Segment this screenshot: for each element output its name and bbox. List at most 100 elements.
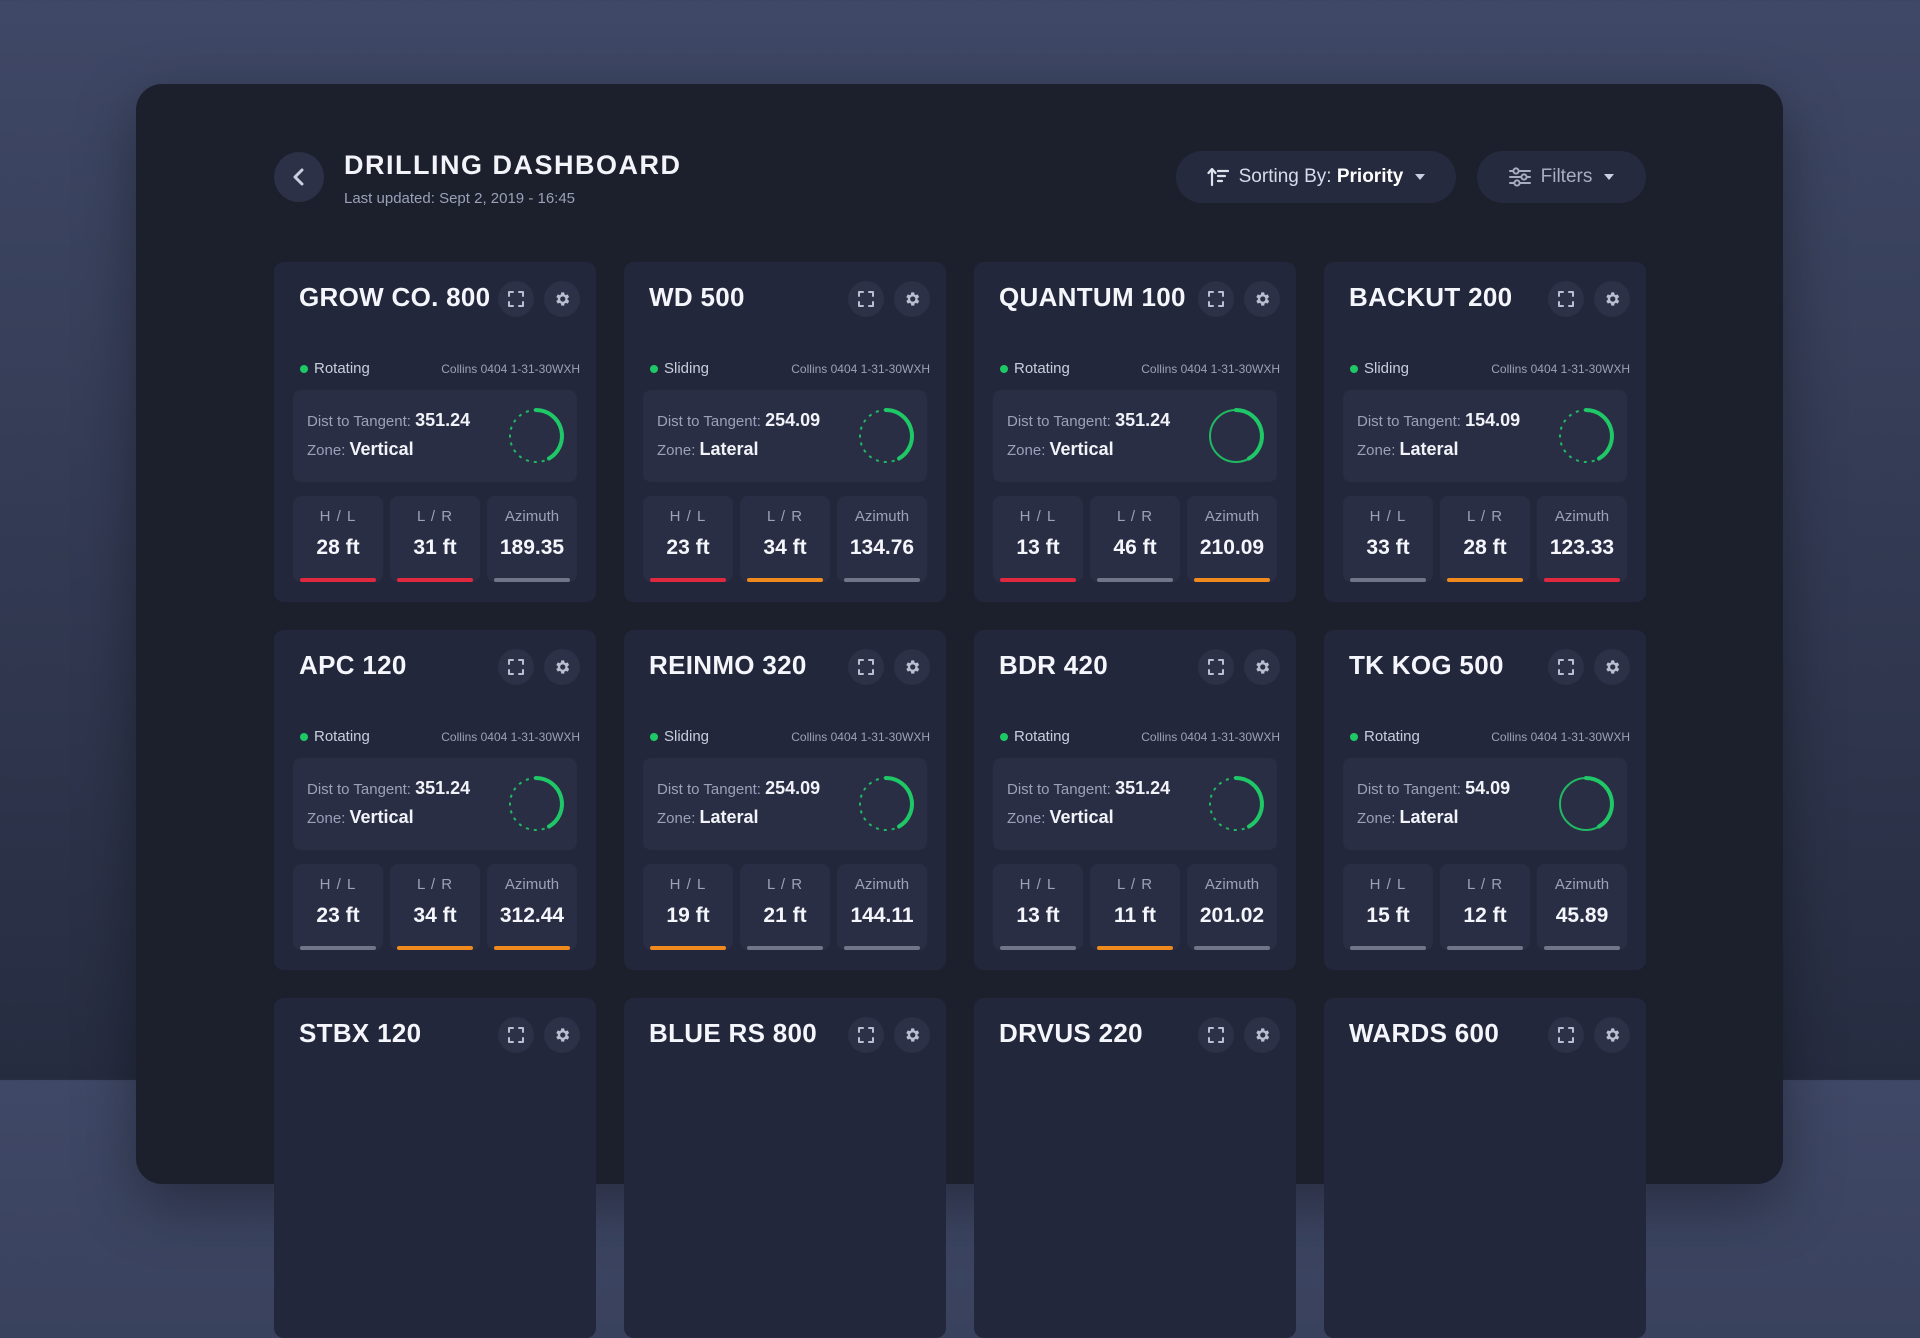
dist-to-tangent: Dist to Tangent: 351.24: [307, 410, 471, 430]
tangent-info: Dist to Tangent: 254.09 Zone: Lateral: [643, 390, 927, 482]
lr-status-bar: [397, 578, 473, 582]
hl-metric: H / L 28 ft: [293, 496, 383, 582]
rig-card[interactable]: DRVUS 220: [974, 998, 1296, 1338]
dist-value: 351.24: [1115, 410, 1171, 430]
azimuth-label: Azimuth: [854, 508, 910, 525]
settings-button[interactable]: [1594, 649, 1630, 685]
dist-value: 254.09: [765, 778, 821, 798]
expand-button[interactable]: [498, 649, 534, 685]
gear-icon: [906, 660, 920, 674]
rig-card[interactable]: WARDS 600: [1324, 998, 1646, 1338]
filters-button[interactable]: Filters: [1477, 151, 1646, 203]
rig-name: BACKUT 200: [1349, 282, 1513, 312]
lr-status-bar: [747, 946, 823, 950]
dist-to-tangent: Dist to Tangent: 351.24: [307, 778, 471, 798]
sliders-icon: [1508, 167, 1531, 187]
settings-button[interactable]: [544, 281, 580, 317]
gear-icon: [1606, 292, 1620, 306]
azimuth-label: Azimuth: [1554, 876, 1610, 893]
rig-card[interactable]: WD 500 Sliding Collins 0404 1-31-30WXH D…: [624, 262, 946, 602]
dist-to-tangent: Dist to Tangent: 54.09: [1357, 778, 1511, 798]
settings-button[interactable]: [1244, 281, 1280, 317]
lr-label: L / R: [1466, 876, 1504, 893]
rig-card[interactable]: REINMO 320 Sliding Collins 0404 1-31-30W…: [624, 630, 946, 970]
gear-icon: [1256, 292, 1270, 306]
dist-to-tangent: Dist to Tangent: 351.24: [1007, 778, 1171, 798]
rig-card[interactable]: BDR 420 Rotating Collins 0404 1-31-30WXH…: [974, 630, 1296, 970]
expand-button[interactable]: [498, 1017, 534, 1053]
hl-metric: H / L 23 ft: [293, 864, 383, 950]
rig-card[interactable]: APC 120 Rotating Collins 0404 1-31-30WXH…: [274, 630, 596, 970]
lr-status-bar: [1097, 578, 1173, 582]
expand-icon: [1558, 1027, 1574, 1043]
lr-metric: L / R 34 ft: [390, 864, 480, 950]
chevron-left-icon: [293, 168, 304, 186]
hl-label: H / L: [669, 508, 707, 525]
status-dot-icon: [1000, 733, 1008, 741]
azimuth-status-bar: [494, 946, 570, 950]
progress-ring-icon: [859, 408, 914, 463]
hl-value: 23 ft: [666, 536, 710, 559]
settings-button[interactable]: [894, 281, 930, 317]
sort-icon: [1207, 167, 1229, 187]
expand-icon: [508, 659, 524, 675]
lr-value: 11 ft: [1113, 904, 1157, 927]
lr-value: 34 ft: [413, 904, 457, 927]
settings-button[interactable]: [894, 1017, 930, 1053]
expand-button[interactable]: [1548, 649, 1584, 685]
zone-value: Lateral: [699, 807, 759, 827]
expand-button[interactable]: [848, 649, 884, 685]
lr-value: 28 ft: [1463, 536, 1507, 559]
rig-card[interactable]: TK KOG 500 Rotating Collins 0404 1-31-30…: [1324, 630, 1646, 970]
lr-metric: L / R 12 ft: [1440, 864, 1530, 950]
expand-button[interactable]: [1198, 1017, 1234, 1053]
settings-button[interactable]: [1594, 1017, 1630, 1053]
rig-card[interactable]: BACKUT 200 Sliding Collins 0404 1-31-30W…: [1324, 262, 1646, 602]
azimuth-metric: Azimuth 45.89: [1537, 864, 1627, 950]
expand-button[interactable]: [848, 1017, 884, 1053]
dist-value: 351.24: [1115, 778, 1171, 798]
hl-value: 13 ft: [1016, 536, 1060, 559]
settings-button[interactable]: [894, 649, 930, 685]
azimuth-value: 189.35: [499, 536, 565, 559]
settings-button[interactable]: [1594, 281, 1630, 317]
settings-button[interactable]: [1244, 649, 1280, 685]
rig-card[interactable]: GROW CO. 800 Rotating Collins 0404 1-31-…: [274, 262, 596, 602]
expand-button[interactable]: [848, 281, 884, 317]
expand-button[interactable]: [1548, 1017, 1584, 1053]
hl-label: H / L: [1019, 876, 1057, 893]
dist-to-tangent: Dist to Tangent: 254.09: [657, 778, 821, 798]
azimuth-status-bar: [844, 946, 920, 950]
rig-card[interactable]: BLUE RS 800: [624, 998, 946, 1338]
expand-button[interactable]: [1548, 281, 1584, 317]
metrics-row: H / L 13 ft L / R 46 ft Azimuth 210.09: [993, 496, 1277, 582]
settings-button[interactable]: [1244, 1017, 1280, 1053]
rig-card[interactable]: STBX 120: [274, 998, 596, 1338]
metrics-row: H / L 23 ft L / R 34 ft Azimuth 134.76: [643, 496, 927, 582]
gear-icon: [906, 292, 920, 306]
sort-label: Sorting By: Priority: [1238, 166, 1404, 187]
zone-value: Vertical: [1049, 439, 1114, 459]
sort-button[interactable]: Sorting By: Priority: [1176, 151, 1456, 203]
settings-button[interactable]: [544, 1017, 580, 1053]
hl-value: 33 ft: [1366, 536, 1410, 559]
hl-status-bar: [300, 946, 376, 950]
zone: Zone: Lateral: [1357, 807, 1459, 827]
expand-button[interactable]: [1198, 281, 1234, 317]
progress-ring-icon: [859, 776, 914, 831]
status-row: Sliding Collins 0404 1-31-30WXH: [1350, 360, 1630, 378]
expand-button[interactable]: [1198, 649, 1234, 685]
settings-button[interactable]: [544, 649, 580, 685]
expand-button[interactable]: [498, 281, 534, 317]
gear-icon: [1606, 660, 1620, 674]
dashboard-header: DRILLING DASHBOARD Last updated: Sept 2,…: [274, 150, 1646, 210]
status-dot-icon: [1000, 365, 1008, 373]
back-button[interactable]: [274, 152, 324, 202]
dist-to-tangent: Dist to Tangent: 351.24: [1007, 410, 1171, 430]
page-title: DRILLING DASHBOARD: [344, 150, 682, 180]
azimuth-metric: Azimuth 210.09: [1187, 496, 1277, 582]
rig-name: REINMO 320: [649, 650, 807, 680]
lr-metric: L / R 34 ft: [740, 496, 830, 582]
azimuth-label: Azimuth: [1204, 508, 1260, 525]
rig-card[interactable]: QUANTUM 100 Rotating Collins 0404 1-31-3…: [974, 262, 1296, 602]
